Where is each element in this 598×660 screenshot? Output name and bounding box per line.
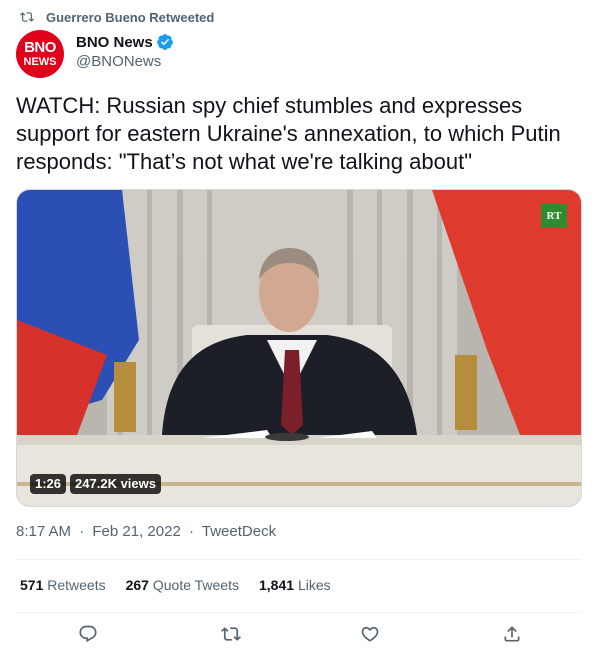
video-player[interactable]: RT 1:26 247.2K views (16, 189, 582, 507)
video-duration: 1:26 (30, 474, 67, 494)
tweet-text: WATCH: Russian spy chief stumbles and ex… (16, 93, 561, 174)
retweet-icon (20, 12, 34, 22)
tweet-author: BNO NEWS BNO News @BNONews (16, 30, 174, 78)
avatar[interactable]: BNO NEWS (16, 30, 64, 78)
reply-icon (79, 625, 97, 643)
retweets-stat[interactable]: 571 Retweets (20, 577, 106, 593)
avatar-text-top: BNO (24, 39, 56, 56)
separator-dot: · (188, 523, 194, 540)
retweets-label: Retweets (47, 577, 106, 593)
share-button[interactable] (502, 624, 524, 646)
likes-count: 1,841 (259, 577, 295, 593)
author-handle[interactable]: @BNONews (76, 53, 174, 70)
retweeted-by-label: Guerrero Bueno Retweeted (46, 9, 215, 25)
likes-label: Likes (297, 577, 331, 593)
avatar-text-bottom: NEWS (23, 56, 57, 68)
separator-dot: · (79, 523, 85, 540)
quote-tweets-label: Quote Tweets (152, 577, 239, 593)
video-stats: 1:26 247.2K views (30, 474, 161, 494)
quote-tweets-count: 267 (125, 577, 149, 593)
rt-logo: RT (541, 204, 567, 228)
author-name-row[interactable]: BNO News (76, 32, 174, 52)
reply-button[interactable] (78, 624, 100, 646)
divider (16, 612, 582, 613)
verified-badge-icon (156, 34, 173, 50)
retweet-context[interactable]: Guerrero Bueno Retweeted (20, 8, 214, 26)
likes-stat[interactable]: 1,841 Likes (259, 577, 331, 593)
retweet-icon (221, 627, 241, 641)
quote-tweets-stat[interactable]: 267 Quote Tweets (126, 577, 239, 593)
author-name[interactable]: BNO News (76, 34, 153, 51)
tweet-stats: 571 Retweets 267 Quote Tweets 1,841 Like… (20, 577, 351, 593)
heart-icon (361, 626, 379, 642)
video-thumbnail (17, 190, 581, 506)
video-views: 247.2K views (70, 474, 161, 494)
share-icon (504, 626, 520, 642)
tweet-date[interactable]: Feb 21, 2022 (92, 523, 180, 540)
tweet-source[interactable]: TweetDeck (202, 523, 276, 540)
divider (16, 559, 582, 560)
tweet-time[interactable]: 8:17 AM (16, 523, 71, 540)
like-button[interactable] (360, 624, 382, 646)
tweet-meta: 8:17 AM · Feb 21, 2022 · TweetDeck (16, 523, 276, 540)
author-info: BNO News @BNONews (76, 32, 174, 70)
retweets-count: 571 (20, 577, 44, 593)
retweet-button[interactable] (221, 624, 243, 646)
tweet-actions (0, 624, 598, 648)
